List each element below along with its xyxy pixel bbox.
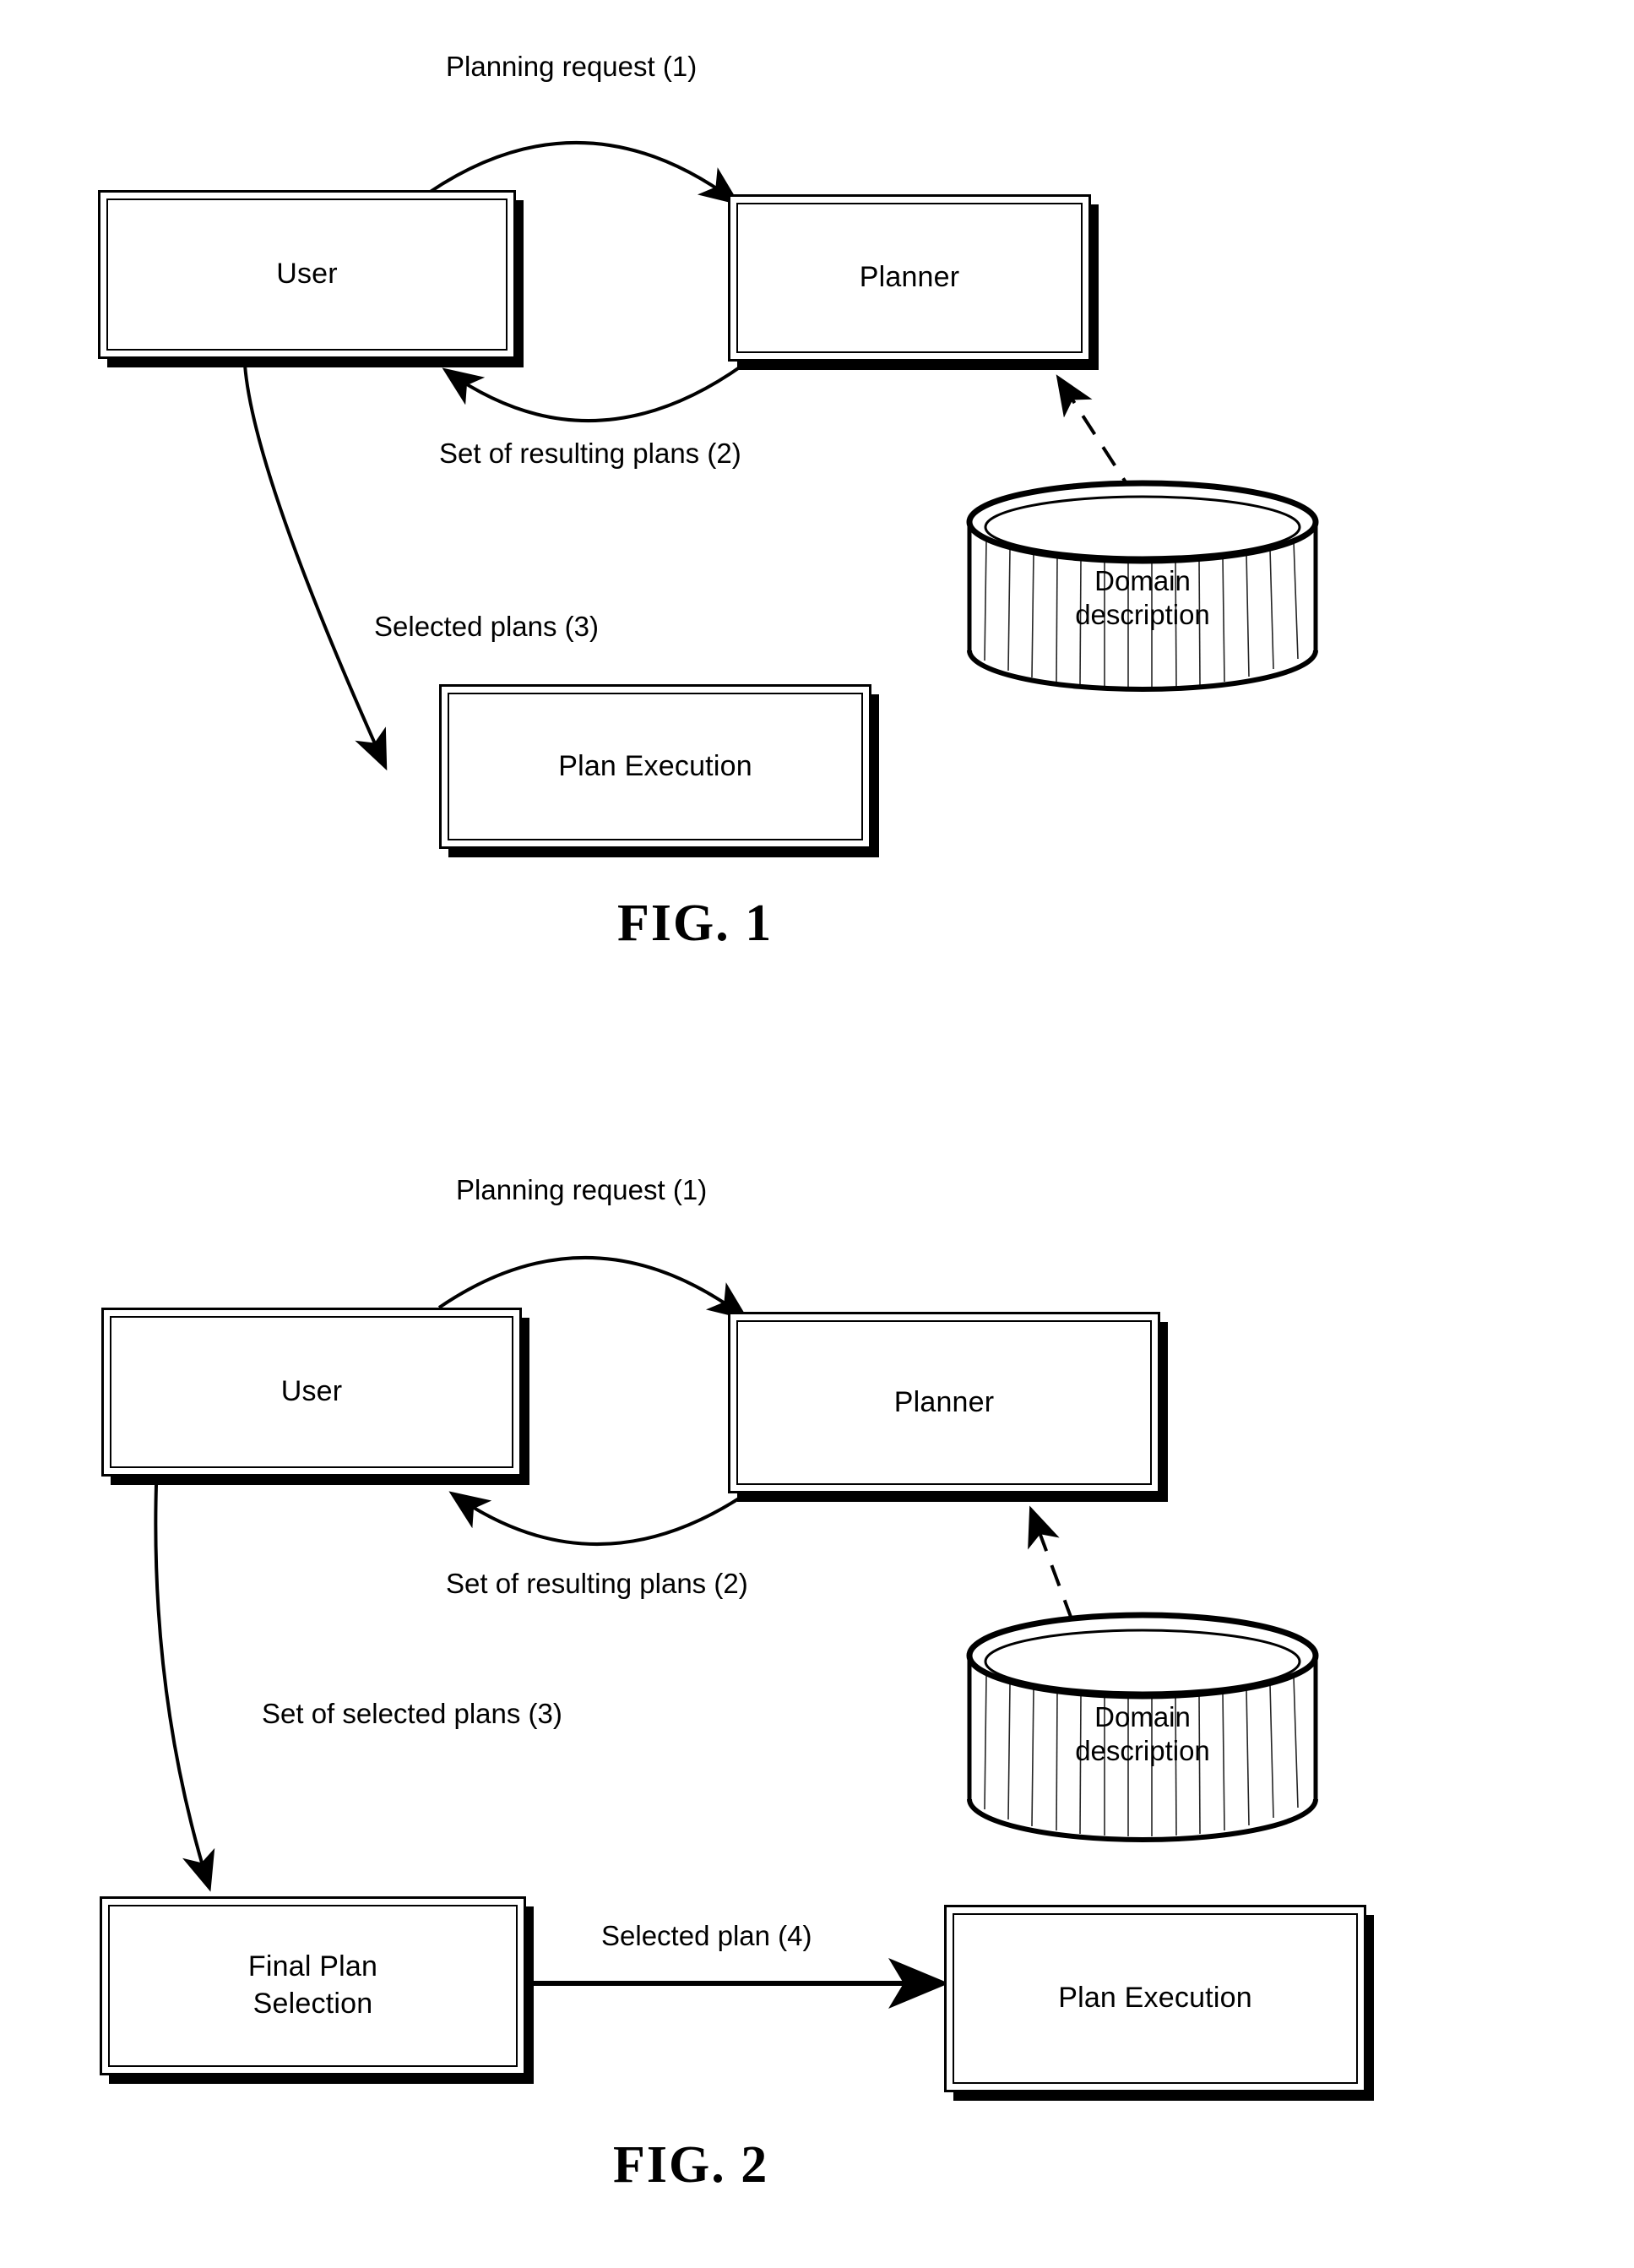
- node-planner-fig2-inner: Planner: [736, 1320, 1152, 1485]
- arrow-resulting-plans: [442, 363, 745, 423]
- node-user-fig1-label: User: [276, 258, 338, 291]
- arrow-selected-plans-fig2: [154, 1484, 215, 1892]
- node-planner-fig2-label: Planner: [893, 1385, 995, 1418]
- node-planner-fig2[interactable]: Planner: [728, 1312, 1160, 1493]
- arrow-domain-description-feed-fig2: [1028, 1505, 1087, 1656]
- node-final-plan-selection-fig2-inner: Final Plan Selection: [108, 1905, 518, 2067]
- edge-label-selected-plans-fig2: Set of selected plans (3): [262, 1698, 562, 1729]
- datastore-label-fig1: Domain description: [1075, 565, 1210, 631]
- node-plan-execution-fig1-inner: Plan Execution: [448, 693, 863, 840]
- arrow-domain-description-feed: [1056, 374, 1157, 530]
- figure-2-caption: FIG. 2: [613, 2136, 769, 2194]
- edge-label-resulting-plans-fig1: Set of resulting plans (2): [439, 438, 741, 469]
- node-planner-fig1-inner: Planner: [736, 203, 1083, 353]
- datastore-label-fig2: Domain description: [1075, 1701, 1210, 1767]
- node-plan-execution-fig2[interactable]: Plan Execution: [944, 1905, 1366, 2092]
- edge-label-resulting-plans-fig2: Set of resulting plans (2): [446, 1568, 748, 1599]
- arrow-resulting-plans-fig2: [448, 1487, 756, 1547]
- edge-label-selected-plans-fig1: Selected plans (3): [374, 611, 599, 642]
- node-user-fig1[interactable]: User: [98, 190, 516, 359]
- arrow-selected-plans: [243, 364, 388, 771]
- node-planner-fig1[interactable]: Planner: [728, 194, 1091, 362]
- edge-label-planning-request-fig1: Planning request (1): [446, 51, 698, 82]
- node-final-plan-selection-fig2[interactable]: Final Plan Selection: [100, 1896, 526, 2075]
- node-plan-execution-fig1[interactable]: Plan Execution: [439, 684, 871, 849]
- node-planner-fig1-label: Planner: [859, 261, 960, 294]
- node-plan-execution-fig1-label: Plan Execution: [558, 749, 752, 782]
- node-plan-execution-fig2-label: Plan Execution: [1058, 1982, 1252, 2015]
- edge-label-planning-request-fig2: Planning request (1): [456, 1174, 708, 1205]
- node-user-fig1-inner: User: [106, 199, 508, 351]
- node-final-plan-selection-fig2-label: Final Plan Selection: [247, 1950, 378, 2020]
- figure-1-caption: FIG. 1: [617, 895, 774, 952]
- node-user-fig2-label: User: [280, 1375, 343, 1408]
- node-user-fig2[interactable]: User: [101, 1308, 522, 1477]
- patent-drawing-page: Planning request (1) Set of resulting pl…: [0, 0, 1634, 2268]
- node-user-fig2-inner: User: [110, 1316, 513, 1468]
- edge-label-selected-plan-fig2: Selected plan (4): [601, 1920, 812, 1951]
- node-plan-execution-fig2-inner: Plan Execution: [953, 1913, 1358, 2084]
